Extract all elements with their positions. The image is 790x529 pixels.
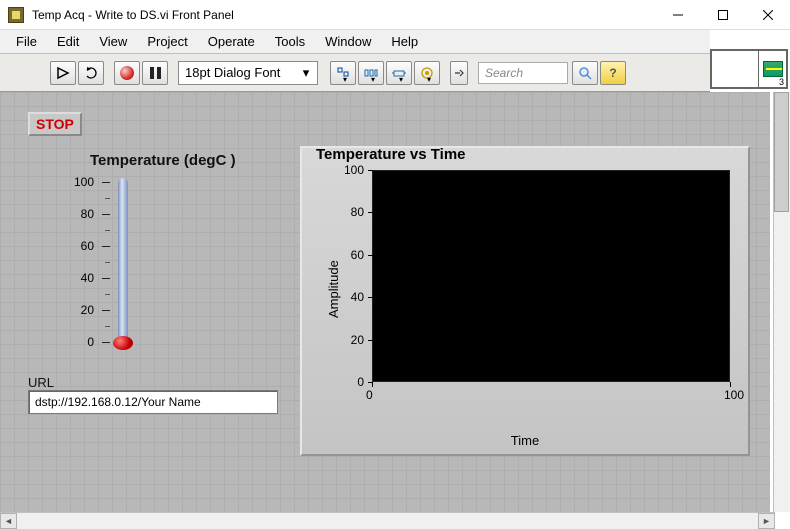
preserve-position-button[interactable] bbox=[450, 61, 468, 85]
distribute-objects-button[interactable]: ▾ bbox=[358, 61, 384, 85]
thermometer-tick-line bbox=[102, 246, 110, 247]
thermometer-minor-tick bbox=[105, 294, 110, 295]
chart-y-tick-line bbox=[368, 297, 373, 298]
thermometer-tick-line bbox=[102, 342, 110, 343]
thermometer-label: Temperature (degC ) bbox=[90, 152, 236, 169]
chart-y-tick-line bbox=[368, 340, 373, 341]
chart-y-tick-line bbox=[368, 255, 373, 256]
menu-file[interactable]: File bbox=[6, 31, 47, 52]
run-button[interactable] bbox=[50, 61, 76, 85]
toolbar: 18pt Dialog Font ▾ ▾ ▾ ▾ ▾ Search ? bbox=[0, 54, 710, 92]
cycle-arrows-icon bbox=[84, 66, 98, 80]
menu-view[interactable]: View bbox=[89, 31, 137, 52]
run-arrow-icon bbox=[56, 66, 70, 80]
thermometer-minor-tick bbox=[105, 198, 110, 199]
font-select-dropdown[interactable]: 18pt Dialog Font ▾ bbox=[178, 61, 318, 85]
thermometer-tick-line bbox=[102, 278, 110, 279]
menu-tools[interactable]: Tools bbox=[265, 31, 315, 52]
chart-x-tick-line bbox=[730, 382, 731, 387]
chart-y-tick-label: 60 bbox=[334, 248, 364, 262]
temperature-chart-panel[interactable]: Temperature vs Time Amplitude 0 20 40 60 80 1… bbox=[300, 146, 750, 456]
thermometer-bulb bbox=[113, 336, 133, 350]
resize-objects-button[interactable]: ▾ bbox=[386, 61, 412, 85]
chart-x-tick-line bbox=[372, 382, 373, 387]
front-panel-canvas[interactable]: STOP Temperature (degC ) 100806040200 UR… bbox=[0, 92, 770, 512]
menu-help[interactable]: Help bbox=[381, 31, 428, 52]
window-titlebar: Temp Acq - Write to DS.vi Front Panel bbox=[0, 0, 790, 30]
reorder-button[interactable]: ▾ bbox=[414, 61, 440, 85]
thermometer-tick-label: 20 bbox=[68, 303, 94, 317]
close-button[interactable] bbox=[745, 0, 790, 29]
chevron-down-icon: ▾ bbox=[293, 65, 311, 81]
vertical-scrollbar[interactable] bbox=[773, 92, 790, 512]
font-select-label: 18pt Dialog Font bbox=[185, 65, 280, 80]
front-panel-area: STOP Temperature (degC ) 100806040200 UR… bbox=[0, 92, 770, 512]
labview-app-icon bbox=[8, 7, 24, 23]
url-field-container bbox=[28, 390, 278, 414]
question-icon: ? bbox=[609, 66, 616, 80]
thermometer-tick-label: 0 bbox=[68, 335, 94, 349]
menu-edit[interactable]: Edit bbox=[47, 31, 89, 52]
search-button[interactable] bbox=[572, 61, 598, 85]
context-help-button[interactable]: ? bbox=[600, 61, 626, 85]
scrollbar-track[interactable] bbox=[17, 513, 758, 529]
thermometer-tick-line bbox=[102, 214, 110, 215]
stop-button[interactable]: STOP bbox=[28, 112, 82, 136]
window-title: Temp Acq - Write to DS.vi Front Panel bbox=[32, 8, 234, 22]
pause-button[interactable] bbox=[142, 61, 168, 85]
menu-operate[interactable]: Operate bbox=[198, 31, 265, 52]
chart-x-tick-label: 0 bbox=[366, 388, 373, 402]
abort-circle-icon bbox=[120, 66, 134, 80]
thermometer-tick-line bbox=[102, 310, 110, 311]
chart-y-tick-label: 100 bbox=[334, 163, 364, 177]
menu-window[interactable]: Window bbox=[315, 31, 381, 52]
thermometer-minor-tick bbox=[105, 326, 110, 327]
chart-x-tick-label: 100 bbox=[724, 388, 744, 402]
connector-terminal-count: 3 bbox=[779, 77, 784, 87]
minimize-button[interactable] bbox=[655, 0, 700, 29]
vi-icon-connector-pane[interactable]: 3 bbox=[710, 49, 788, 89]
chart-y-axis-label: Amplitude bbox=[326, 260, 341, 318]
pause-icon bbox=[150, 67, 161, 79]
thermometer-tick-line bbox=[102, 182, 110, 183]
chart-x-axis-label: Time bbox=[302, 433, 748, 448]
chart-y-tick-label: 80 bbox=[334, 205, 364, 219]
menu-project[interactable]: Project bbox=[137, 31, 197, 52]
align-objects-button[interactable]: ▾ bbox=[330, 61, 356, 85]
chart-y-tick-label: 40 bbox=[334, 290, 364, 304]
chart-y-tick-line bbox=[368, 212, 373, 213]
thermometer-minor-tick bbox=[105, 230, 110, 231]
chart-y-tick-label: 0 bbox=[334, 375, 364, 389]
thermometer-tick-label: 80 bbox=[68, 207, 94, 221]
thermometer-tick-label: 100 bbox=[68, 175, 94, 189]
scroll-right-button[interactable]: ► bbox=[758, 513, 775, 529]
chart-title: Temperature vs Time bbox=[316, 146, 466, 163]
horizontal-scrollbar[interactable]: ◄ ► bbox=[0, 512, 775, 529]
chart-y-tick-label: 20 bbox=[334, 333, 364, 347]
magnifier-icon bbox=[578, 66, 592, 80]
thermometer-indicator[interactable]: 100806040200 bbox=[80, 174, 240, 364]
scrollbar-thumb[interactable] bbox=[774, 92, 789, 212]
thermometer-tick-label: 60 bbox=[68, 239, 94, 253]
chart-y-tick-line bbox=[368, 170, 373, 171]
url-input[interactable] bbox=[35, 395, 271, 409]
thermometer-minor-tick bbox=[105, 262, 110, 263]
search-placeholder: Search bbox=[485, 66, 523, 80]
pin-icon bbox=[452, 66, 466, 80]
run-continuously-button[interactable] bbox=[78, 61, 104, 85]
thermometer-tick-label: 40 bbox=[68, 271, 94, 285]
main-menu-bar: File Edit View Project Operate Tools Win… bbox=[0, 30, 710, 54]
chart-plot-area bbox=[372, 170, 730, 382]
abort-button[interactable] bbox=[114, 61, 140, 85]
waveform-scope-icon bbox=[763, 61, 783, 77]
scroll-left-button[interactable]: ◄ bbox=[0, 513, 17, 529]
maximize-button[interactable] bbox=[700, 0, 745, 29]
thermometer-tube bbox=[118, 178, 128, 342]
url-label: URL bbox=[28, 375, 54, 390]
search-input[interactable]: Search bbox=[478, 62, 568, 84]
